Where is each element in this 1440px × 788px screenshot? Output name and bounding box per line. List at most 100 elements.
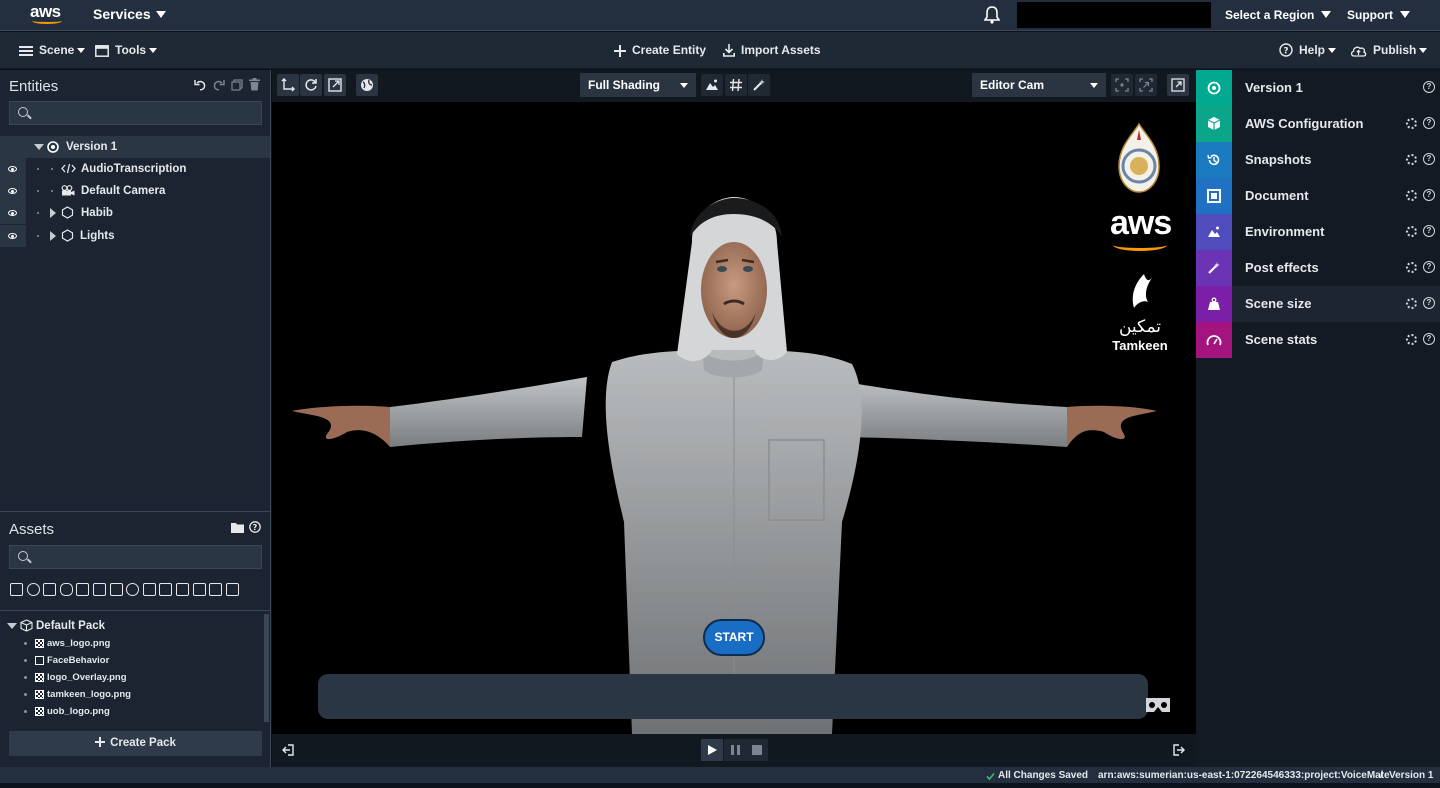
filter-sphere-icon[interactable] bbox=[126, 583, 140, 596]
vr-headset-icon[interactable] bbox=[1144, 696, 1172, 717]
create-pack-button[interactable]: Create Pack bbox=[9, 731, 262, 756]
help-icon[interactable]: ? bbox=[1423, 261, 1435, 273]
filter-skeleton-icon[interactable] bbox=[92, 583, 106, 596]
filter-person-icon[interactable] bbox=[109, 583, 123, 596]
duplicate-icon[interactable] bbox=[231, 79, 243, 94]
collapse-arrow-icon[interactable] bbox=[7, 623, 17, 629]
frame-all-button[interactable] bbox=[1135, 74, 1157, 96]
filter-hexagon-icon[interactable] bbox=[59, 583, 73, 596]
visibility-toggle[interactable] bbox=[0, 225, 26, 247]
grid-toggle-button[interactable] bbox=[725, 74, 747, 96]
filter-text-icon[interactable] bbox=[175, 583, 189, 596]
expand-arrow-icon[interactable] bbox=[50, 231, 56, 241]
expand-arrow-icon[interactable] bbox=[50, 208, 56, 218]
tree-row-audiotranscription[interactable]: AudioTranscription bbox=[0, 158, 270, 180]
panel-environment[interactable]: Environment ? bbox=[1196, 214, 1440, 250]
panel-version[interactable]: Version 1 ? bbox=[1196, 70, 1440, 106]
account-name-redacted[interactable] bbox=[1017, 2, 1211, 28]
shading-mode-dropdown[interactable]: Full Shading bbox=[580, 73, 696, 97]
tree-row-habib[interactable]: Habib bbox=[0, 202, 270, 224]
help-icon[interactable]: ? bbox=[1423, 81, 1435, 93]
filter-box-icon[interactable] bbox=[76, 583, 90, 596]
aws-logo[interactable]: aws bbox=[30, 2, 66, 26]
gear-icon[interactable] bbox=[1406, 334, 1417, 345]
undo-icon[interactable] bbox=[194, 79, 206, 94]
folder-icon[interactable] bbox=[231, 522, 244, 536]
panel-post-effects[interactable]: Post effects ? bbox=[1196, 250, 1440, 286]
asset-file-row[interactable]: aws_logo.png bbox=[0, 635, 270, 652]
filter-behavior-icon[interactable] bbox=[209, 583, 223, 596]
asset-file-row[interactable]: FaceBehavior bbox=[0, 652, 270, 669]
publish-menu[interactable]: Publish bbox=[1350, 32, 1428, 69]
asset-file-row[interactable]: uob_logo.png bbox=[0, 703, 270, 720]
visibility-toggle[interactable] bbox=[0, 180, 26, 202]
world-space-button[interactable] bbox=[356, 74, 378, 96]
gear-icon[interactable] bbox=[1406, 118, 1417, 129]
tree-row-default-camera[interactable]: Default Camera bbox=[0, 180, 270, 202]
visibility-toggle[interactable] bbox=[0, 202, 26, 224]
filter-json-icon[interactable] bbox=[192, 583, 206, 596]
filter-texture-icon[interactable] bbox=[225, 583, 239, 596]
gear-icon[interactable] bbox=[1406, 154, 1417, 165]
create-entity-button[interactable]: Create Entity bbox=[614, 32, 706, 69]
gear-icon[interactable] bbox=[1406, 262, 1417, 273]
pause-button[interactable] bbox=[724, 739, 746, 761]
assets-search[interactable] bbox=[9, 545, 262, 569]
notifications-bell-icon[interactable] bbox=[983, 6, 1001, 27]
help-icon[interactable]: ? bbox=[1423, 225, 1435, 237]
lighting-toggle-button[interactable] bbox=[701, 74, 723, 96]
help-icon[interactable]: ? bbox=[1423, 189, 1435, 201]
entities-search-input[interactable] bbox=[34, 102, 254, 124]
gear-icon[interactable] bbox=[1406, 190, 1417, 201]
support-menu[interactable]: Support bbox=[1347, 1, 1410, 32]
scene-viewport[interactable]: aws تمكين Tamkeen Full Shading Editor Ca… bbox=[272, 70, 1196, 767]
region-selector[interactable]: Select a Region bbox=[1225, 1, 1332, 32]
help-icon[interactable]: ? bbox=[1423, 153, 1435, 165]
help-menu[interactable]: ? Help bbox=[1279, 32, 1337, 69]
stop-button[interactable] bbox=[746, 739, 768, 761]
start-button[interactable]: START bbox=[703, 619, 765, 656]
filter-script-icon[interactable] bbox=[159, 583, 173, 596]
tree-row-root[interactable]: Version 1 bbox=[0, 136, 270, 158]
trash-icon[interactable] bbox=[249, 78, 260, 94]
panel-snapshots[interactable]: Snapshots ? bbox=[1196, 142, 1440, 178]
gear-icon[interactable] bbox=[1406, 226, 1417, 237]
version-breadcrumb[interactable]: Version 1 bbox=[1389, 767, 1433, 785]
filter-audio-icon[interactable] bbox=[142, 583, 156, 596]
help-icon[interactable]: ? bbox=[1423, 333, 1435, 345]
camera-dropdown[interactable]: Editor Cam bbox=[972, 73, 1106, 97]
assets-scrollbar[interactable] bbox=[264, 614, 269, 722]
filter-material-icon[interactable] bbox=[26, 583, 40, 596]
asset-file-row[interactable]: tamkeen_logo.png bbox=[0, 686, 270, 703]
panel-scene-size[interactable]: Scene size ? bbox=[1196, 286, 1440, 322]
exit-left-icon[interactable] bbox=[282, 744, 294, 759]
help-icon[interactable]: ? bbox=[1423, 117, 1435, 129]
scene-menu[interactable]: Scene bbox=[19, 32, 86, 69]
fullscreen-button[interactable] bbox=[1167, 74, 1189, 96]
services-menu[interactable]: Services bbox=[93, 0, 166, 31]
translate-tool-button[interactable] bbox=[277, 74, 299, 96]
entities-search[interactable] bbox=[9, 101, 262, 125]
visibility-toggle[interactable] bbox=[0, 158, 26, 180]
rotate-tool-button[interactable] bbox=[300, 74, 322, 96]
redo-icon[interactable] bbox=[213, 79, 225, 94]
asset-file-row[interactable]: logo_Overlay.png bbox=[0, 669, 270, 686]
panel-aws-configuration[interactable]: AWS Configuration ? bbox=[1196, 106, 1440, 142]
panel-scene-stats[interactable]: Scene stats ? bbox=[1196, 322, 1440, 358]
exit-right-icon[interactable] bbox=[1173, 744, 1185, 759]
scale-tool-button[interactable] bbox=[324, 74, 346, 96]
play-button[interactable] bbox=[701, 739, 723, 761]
frame-selection-button[interactable] bbox=[1111, 74, 1133, 96]
transcription-text-field[interactable] bbox=[318, 674, 1148, 719]
gear-icon[interactable] bbox=[1406, 298, 1417, 309]
asset-pack-row[interactable]: Default Pack bbox=[0, 616, 270, 636]
help-icon[interactable]: ? bbox=[1423, 297, 1435, 309]
import-assets-button[interactable]: Import Assets bbox=[723, 32, 821, 69]
panel-document[interactable]: Document ? bbox=[1196, 178, 1440, 214]
filter-video-icon[interactable] bbox=[43, 583, 57, 596]
help-icon[interactable]: ? bbox=[249, 521, 261, 536]
filter-entity-icon[interactable] bbox=[10, 583, 23, 596]
assets-search-input[interactable] bbox=[34, 546, 254, 568]
tree-row-lights[interactable]: Lights bbox=[0, 225, 270, 247]
tools-menu[interactable]: Tools bbox=[95, 32, 158, 69]
